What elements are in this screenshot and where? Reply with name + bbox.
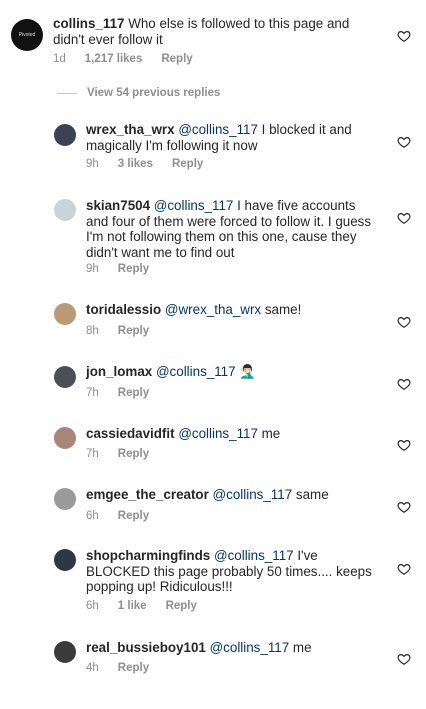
mention-link[interactable]: @collins_117 [213, 487, 293, 502]
comment-text: cassiedavidfit @collins_117 me [86, 426, 381, 442]
comment-time: 9h [86, 263, 99, 275]
replies-divider [57, 93, 77, 94]
heart-icon[interactable] [397, 500, 411, 514]
comment-body: same! [264, 302, 302, 317]
comment-meta: 9h 3 likes Reply [86, 158, 222, 170]
mention-link[interactable]: @collins_117 [178, 122, 258, 137]
avatar[interactable] [54, 124, 76, 146]
comment-meta: 7h Reply [86, 387, 168, 399]
reply-button[interactable]: Reply [161, 53, 192, 65]
reply-button[interactable]: Reply [118, 662, 149, 674]
comment-text: real_bussieboy101 @collins_117 me [86, 640, 381, 656]
comment-time: 6h [86, 510, 99, 522]
mention-link[interactable]: @wrex_tha_wrx [165, 302, 261, 317]
reply-button[interactable]: Reply [118, 510, 149, 522]
comment-time: 4h [86, 662, 99, 674]
comment-username[interactable]: emgee_the_creator [86, 487, 209, 502]
reply-button[interactable]: Reply [172, 158, 203, 170]
heart-icon[interactable] [397, 438, 411, 452]
comment-body: me [292, 640, 312, 655]
comment-username[interactable]: toridalessio [86, 302, 161, 317]
comment-text: toridalessio @wrex_tha_wrx same! [86, 302, 381, 318]
comment-username[interactable]: skian7504 [86, 198, 150, 213]
mention-link[interactable]: @collins_117 [154, 198, 234, 213]
comment-username[interactable]: jon_lomax [86, 364, 152, 379]
comment-username[interactable]: shopcharmingfinds [86, 548, 210, 563]
comment-text: wrex_tha_wrx @collins_117 I blocked it a… [86, 122, 381, 153]
avatar[interactable]: Pivoted [11, 19, 43, 51]
comment-username[interactable]: real_bussieboy101 [86, 640, 206, 655]
comment-meta: 4h Reply [86, 662, 168, 674]
comment-meta: 6h Reply [86, 510, 168, 522]
comment-time: 6h [86, 600, 99, 612]
comment-time: 7h [86, 387, 99, 399]
comment-time: 1d [53, 53, 66, 65]
comment-username[interactable]: wrex_tha_wrx [86, 122, 175, 137]
comment-meta: 6h 1 like Reply [86, 600, 216, 612]
avatar[interactable] [54, 488, 76, 510]
likes-count[interactable]: 1,217 likes [85, 53, 143, 65]
comment-time: 9h [86, 158, 99, 170]
reply-button[interactable]: Reply [118, 325, 149, 337]
avatar[interactable] [54, 549, 76, 571]
avatar-logo-text: Pivoted [18, 32, 36, 38]
mention-link[interactable]: @collins_117 [214, 548, 294, 563]
likes-count[interactable]: 1 like [118, 600, 147, 612]
mention-link[interactable]: @collins_117 [178, 426, 258, 441]
mention-link[interactable]: @collins_117 [156, 364, 236, 379]
comment-time: 8h [86, 325, 99, 337]
heart-icon[interactable] [397, 29, 411, 43]
comment-body: 🤦🏻‍♂️ [239, 364, 256, 379]
heart-icon[interactable] [397, 135, 411, 149]
comment-body: me [261, 426, 281, 441]
reply-button[interactable]: Reply [118, 448, 149, 460]
comment-meta: 1d 1,217 likes Reply [53, 53, 212, 65]
view-previous-replies[interactable]: View 54 previous replies [87, 87, 220, 99]
avatar[interactable] [54, 366, 76, 388]
comment-meta: 8h Reply [86, 325, 168, 337]
comment-username[interactable]: cassiedavidfit [86, 426, 175, 441]
comment-body: same [295, 487, 329, 502]
avatar[interactable] [54, 427, 76, 449]
avatar[interactable] [54, 303, 76, 325]
comment-meta: 9h Reply [86, 263, 168, 275]
heart-icon[interactable] [397, 377, 411, 391]
heart-icon[interactable] [397, 315, 411, 329]
avatar[interactable] [54, 641, 76, 663]
comment-meta: 7h Reply [86, 448, 168, 460]
reply-button[interactable]: Reply [118, 263, 149, 275]
heart-icon[interactable] [397, 652, 411, 666]
heart-icon[interactable] [397, 211, 411, 225]
avatar[interactable] [54, 199, 76, 221]
reply-button[interactable]: Reply [118, 387, 149, 399]
comment-text: jon_lomax @collins_117 🤦🏻‍♂️ [86, 364, 381, 380]
mention-link[interactable]: @collins_117 [210, 640, 290, 655]
reply-button[interactable]: Reply [166, 600, 197, 612]
comment-text: collins_117 Who else is followed to this… [53, 16, 383, 47]
comment-text: shopcharmingfinds @collins_117 I've BLOC… [86, 548, 381, 595]
likes-count[interactable]: 3 likes [118, 158, 153, 170]
comment-username[interactable]: collins_117 [53, 16, 124, 31]
parent-comment: Pivoted collins_117 Who else is followed… [0, 0, 426, 80]
comment-text: skian7504 @collins_117 I have five accou… [86, 198, 381, 260]
comment-time: 7h [86, 448, 99, 460]
heart-icon[interactable] [397, 562, 411, 576]
comment-text: emgee_the_creator @collins_117 same [86, 487, 381, 503]
